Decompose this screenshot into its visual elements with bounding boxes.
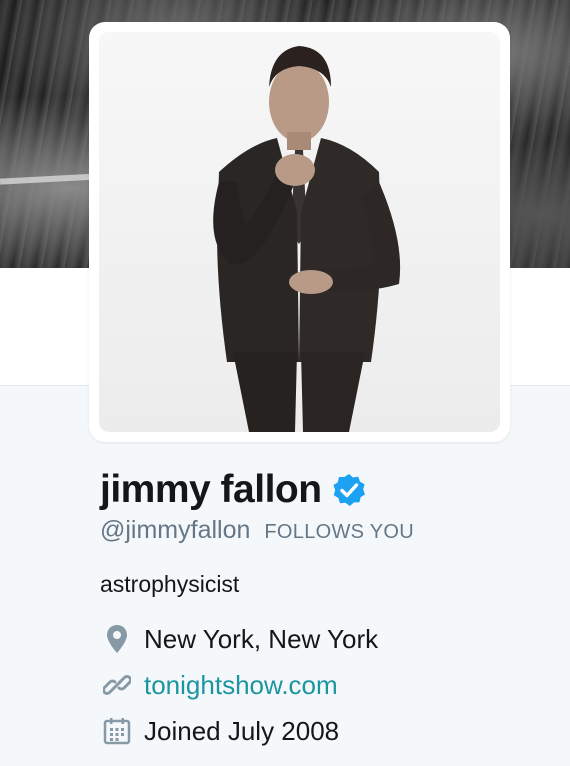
calendar-icon — [100, 715, 134, 747]
link-icon — [100, 669, 134, 701]
avatar-photo-icon — [213, 46, 401, 432]
location-text: New York, New York — [144, 623, 379, 654]
verified-badge-icon — [332, 474, 365, 506]
location-item: New York, New York — [100, 616, 560, 662]
joined-date-text: Joined July 2008 — [144, 715, 340, 746]
profile-avatar-frame — [89, 22, 510, 442]
website-link[interactable]: tonightshow.com — [144, 670, 338, 701]
name-row: jimmy fallon — [100, 466, 560, 514]
profile-info: jimmy fallon @jimmyfallon FOLLOWS YOU as… — [100, 466, 560, 754]
joined-item: Joined July 2008 — [100, 708, 560, 754]
banner-detail — [0, 173, 101, 185]
screen-name[interactable]: @jimmyfallon — [100, 516, 250, 545]
profile-bio: astrophysicist — [100, 571, 240, 597]
profile-meta-list: New York, New York tonightshow.com Joine… — [100, 616, 560, 754]
website-item: tonightshow.com — [100, 662, 560, 708]
location-pin-icon — [100, 623, 134, 655]
follows-you-badge: FOLLOWS YOU — [264, 521, 415, 543]
display-name[interactable]: jimmy fallon — [100, 468, 322, 512]
handle-row: @jimmyfallon FOLLOWS YOU — [100, 516, 560, 545]
profile-avatar[interactable] — [99, 32, 500, 432]
